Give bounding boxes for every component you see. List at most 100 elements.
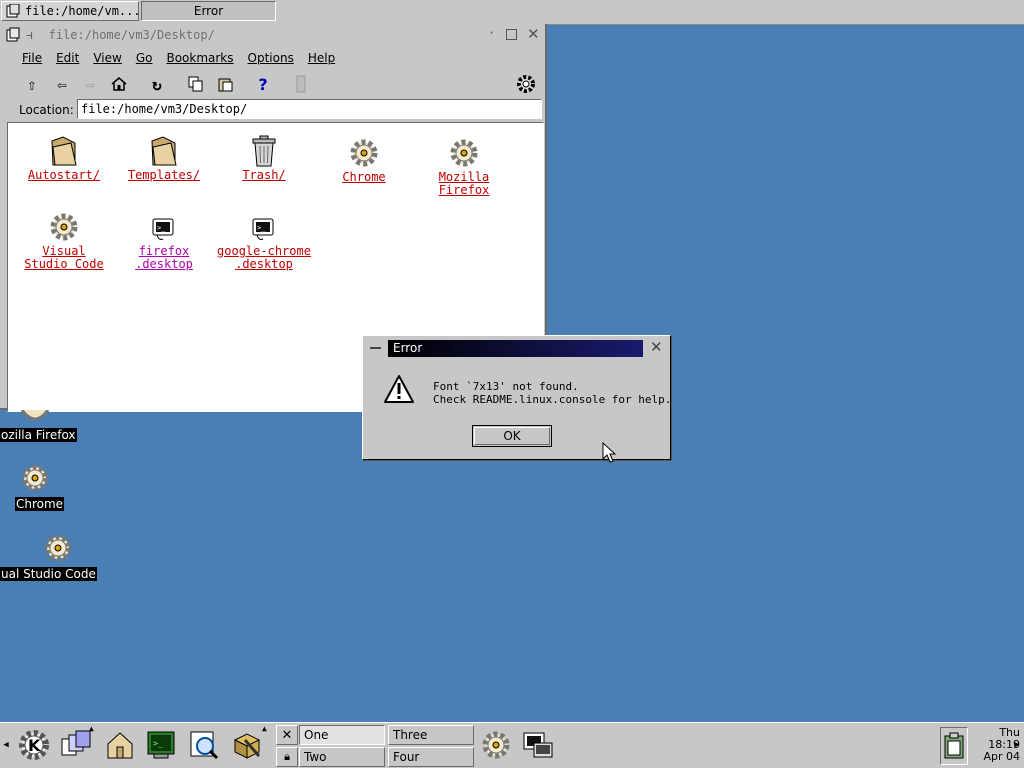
terminal-button[interactable]: >_ — [143, 726, 179, 764]
klipper-button[interactable] — [940, 727, 968, 765]
menu-edit[interactable]: Edit — [56, 51, 79, 65]
up-button[interactable]: ⇧ — [21, 73, 43, 95]
desktop-switch-one[interactable]: One — [299, 725, 385, 745]
desktop-icon-label: ozilla Firefox — [0, 428, 77, 442]
top-taskbar: file:/home/vm... Error — [0, 0, 1024, 25]
desktop-icon-visual-studio-code[interactable]: ual Studio Code — [0, 532, 97, 581]
desktop-switch-two[interactable]: Two — [299, 747, 385, 767]
k-menu-button[interactable]: K — [16, 726, 52, 764]
menu-go[interactable]: Go — [136, 51, 153, 65]
file-item-google-chrome-desktop[interactable]: >_ google-chrome .desktop — [214, 207, 314, 271]
maximize-button[interactable] — [506, 29, 517, 40]
up-arrow-icon: ⇧ — [27, 74, 37, 94]
find-files-button[interactable] — [186, 726, 222, 764]
copy-button[interactable] — [185, 73, 207, 95]
help-button[interactable]: ? — [252, 73, 274, 95]
file-item-visual-studio-code[interactable]: Visual Studio Code — [14, 207, 114, 271]
toolbar: ⇧ ⇦ ⇨ ↻ ? — [0, 71, 545, 97]
logout-button[interactable]: ✕ — [276, 725, 298, 745]
k-menu-icon: K — [19, 730, 49, 760]
panel-hide-right-button[interactable]: ▶ — [1012, 726, 1022, 764]
panel-hide-left-button[interactable]: ◀ — [1, 726, 11, 764]
error-message: Font `7x13' not found. Check README.linu… — [433, 380, 672, 406]
desktop-label: Four — [393, 750, 420, 764]
task-label: file:/home/vm... — [25, 4, 141, 18]
back-button[interactable]: ⇦ — [51, 73, 73, 95]
dialog-title[interactable]: Error — [388, 340, 643, 357]
file-item-chrome[interactable]: Chrome — [314, 133, 414, 184]
menu-options[interactable]: Options — [248, 51, 294, 65]
menu-file[interactable]: File — [22, 51, 42, 65]
file-item-firefox-desktop[interactable]: >_ firefox .desktop — [114, 207, 214, 271]
file-item-trash[interactable]: Trash/ — [214, 131, 314, 182]
close-button[interactable]: ✕ — [650, 338, 663, 356]
close-x-icon: ✕ — [281, 727, 293, 743]
task-error[interactable]: Error — [141, 1, 276, 21]
file-item-autostart[interactable]: Autostart/ — [14, 131, 114, 182]
panel-app-gear-button[interactable] — [478, 726, 514, 764]
window-titlebar[interactable]: ⊣ file:/home/vm3/Desktop/ · ✕ — [0, 24, 545, 46]
file-item-label: Autostart/ — [27, 168, 101, 182]
menu-view[interactable]: View — [93, 51, 121, 65]
terminal-icon — [523, 732, 553, 758]
file-item-label: Visual Studio Code — [24, 244, 104, 271]
desktop-icon-label: Chrome — [15, 497, 65, 511]
menu-bar: File Edit View Go Bookmarks Options Help — [0, 47, 545, 69]
tools-icon — [233, 733, 261, 759]
applet-arrow-icon[interactable]: ▲ — [262, 724, 267, 733]
lock-screen-button[interactable]: 🔒︎ — [276, 747, 298, 767]
help-icon: ? — [258, 74, 268, 94]
home-folder-button[interactable] — [102, 726, 138, 764]
terminal-icon: >_ — [152, 218, 174, 240]
home-button[interactable] — [108, 73, 130, 95]
task-label: Error — [193, 4, 224, 18]
desktop-switch-three[interactable]: Three — [388, 725, 474, 745]
file-item-label: firefox .desktop — [135, 244, 193, 271]
svg-text:K: K — [28, 736, 41, 755]
paste-button[interactable] — [215, 73, 237, 95]
paste-icon — [218, 78, 233, 92]
desktop-label: Two — [304, 750, 327, 764]
arrow-left-icon: ◀ — [3, 740, 9, 750]
clipboard-icon — [944, 732, 964, 759]
location-input[interactable] — [77, 99, 542, 119]
file-item-mozilla-firefox[interactable]: Mozilla Firefox — [414, 133, 514, 197]
menu-help[interactable]: Help — [308, 51, 335, 65]
magnifier-icon — [190, 731, 219, 760]
applet-arrow-icon[interactable]: ▲ — [89, 724, 94, 733]
panel-app-terminal-button[interactable] — [520, 726, 556, 764]
windows-icon — [61, 730, 91, 756]
desktop-label: One — [304, 728, 329, 742]
ok-button[interactable]: OK — [472, 425, 552, 447]
task-file-manager[interactable]: file:/home/vm... — [1, 1, 141, 21]
terminal-icon: >_ — [147, 731, 175, 759]
stop-icon — [296, 75, 306, 93]
arrow-right-icon: ▶ — [1014, 740, 1020, 750]
file-item-label: Mozilla Firefox — [438, 170, 490, 197]
desktop-icon-chrome[interactable]: Chrome — [15, 462, 65, 511]
sticky-pin-icon[interactable]: ⊣ — [26, 29, 33, 42]
desktop-switch-four[interactable]: Four — [388, 747, 474, 767]
forward-button[interactable]: ⇨ — [79, 73, 101, 95]
svg-text:>_: >_ — [257, 224, 266, 232]
copy-icon — [188, 76, 203, 92]
file-item-templates[interactable]: Templates/ — [114, 131, 214, 182]
minimize-button[interactable]: · — [488, 26, 495, 40]
stop-button[interactable] — [290, 73, 312, 95]
bottom-panel: ◀ K >_ ▲ ▲ ✕ 🔒︎ One Two Three Four Thu 1… — [0, 722, 1024, 768]
reload-button[interactable]: ↻ — [146, 73, 168, 95]
mouse-cursor-icon — [602, 442, 617, 463]
gear-icon — [450, 139, 478, 167]
window-menu-button[interactable] — [370, 347, 381, 349]
close-button[interactable]: ✕ — [527, 25, 540, 43]
reload-icon: ↻ — [152, 74, 162, 94]
control-center-button[interactable] — [229, 726, 265, 764]
lock-icon: 🔒︎ — [284, 750, 290, 763]
throbber — [515, 73, 537, 95]
location-bar: Location: — [0, 98, 545, 122]
menu-bookmarks[interactable]: Bookmarks — [166, 51, 233, 65]
trash-icon — [252, 135, 276, 167]
window-menu-icon[interactable] — [6, 27, 22, 43]
gear-icon — [517, 75, 535, 93]
desktop-icon-mozilla-firefox[interactable]: ozilla Firefox — [0, 410, 77, 442]
